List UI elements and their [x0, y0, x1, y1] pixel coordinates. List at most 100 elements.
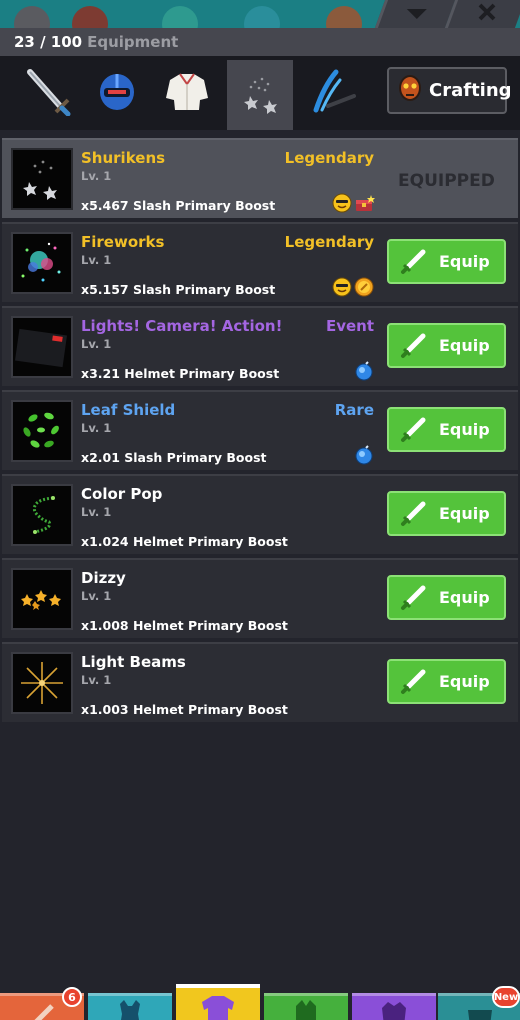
- equip-button[interactable]: Equip: [387, 575, 506, 620]
- badge-group: [332, 277, 374, 297]
- rarity-label: Legendary: [284, 233, 374, 251]
- nav-equipment[interactable]: [176, 984, 260, 1020]
- item-level: Lv. 1: [81, 673, 112, 687]
- nav-characters[interactable]: [352, 993, 436, 1020]
- item-level: Lv. 1: [81, 505, 112, 519]
- color-pop-thumbnail: [11, 484, 73, 546]
- clapperboard-thumbnail: [11, 316, 73, 378]
- rarity-label: Legendary: [284, 149, 374, 167]
- rarity-label: Event: [325, 317, 374, 335]
- badge-group: [354, 361, 374, 381]
- sword-icon: [22, 66, 72, 120]
- equip-label: Equip: [439, 420, 490, 439]
- new-badge: New: [492, 986, 520, 1008]
- top-strip: [0, 0, 520, 28]
- rarity-label: Rare: [334, 401, 374, 419]
- equip-button[interactable]: Equip: [387, 491, 506, 536]
- list-item[interactable]: Color Pop Lv. 1 x1.024 Helmet Primary Bo…: [2, 474, 518, 554]
- shuriken-icon: [235, 70, 285, 120]
- close-button[interactable]: [444, 0, 520, 28]
- item-level: Lv. 1: [81, 253, 112, 267]
- slash-effect-icon: [306, 66, 360, 120]
- inventory-label: Equipment: [87, 33, 179, 51]
- badge-group: [354, 445, 374, 465]
- tab-slash-effect[interactable]: [300, 60, 366, 126]
- tab-shirt[interactable]: [154, 60, 220, 126]
- item-boost: x1.008 Helmet Primary Boost: [81, 618, 288, 633]
- collapse-button[interactable]: [374, 0, 456, 28]
- item-boost: x1.024 Helmet Primary Boost: [81, 534, 288, 549]
- notification-badge: 6: [62, 987, 82, 1007]
- item-level: Lv. 1: [81, 421, 112, 435]
- close-icon: [478, 3, 496, 25]
- inventory-count: 23 / 100: [14, 33, 83, 51]
- avatar-icon[interactable]: [326, 6, 362, 28]
- list-item[interactable]: Light Beams Lv. 1 x1.003 Helmet Primary …: [2, 642, 518, 722]
- equip-button[interactable]: Equip: [387, 659, 506, 704]
- shirt-icon: [162, 68, 212, 118]
- nav-pets[interactable]: [88, 993, 172, 1020]
- sword-icon: [399, 584, 427, 612]
- equip-button[interactable]: Equip: [387, 239, 506, 284]
- pet-silhouette-icon: [110, 996, 150, 1020]
- list-item[interactable]: Lights! Camera! Action! Lv. 1 x3.21 Helm…: [2, 306, 518, 386]
- list-item[interactable]: Shurikens Lv. 1 x5.467 Slash Primary Boo…: [2, 138, 518, 218]
- nav-creatures[interactable]: [264, 993, 348, 1020]
- equip-label: Equip: [439, 336, 490, 355]
- bottom-nav: 6 New: [0, 984, 520, 1020]
- sword-icon: [399, 248, 427, 276]
- compass-icon[interactable]: [244, 6, 280, 28]
- crafting-label: Crafting: [429, 80, 512, 101]
- item-boost: x5.157 Slash Primary Boost: [81, 282, 276, 297]
- equip-label: Equip: [439, 588, 490, 607]
- emoji-face-icon: [332, 277, 352, 297]
- equip-label: Equip: [439, 252, 490, 271]
- treasure-chest-icon: [354, 193, 375, 213]
- sword-icon: [399, 668, 427, 696]
- character-icon: [374, 996, 414, 1020]
- creature-icon: [286, 996, 326, 1020]
- horned-helmet-icon[interactable]: [72, 6, 108, 28]
- item-name: Dizzy: [81, 569, 126, 587]
- tab-sword[interactable]: [14, 60, 80, 126]
- equipment-list: Shurikens Lv. 1 x5.467 Slash Primary Boo…: [2, 138, 518, 726]
- helmet-icon: [94, 68, 140, 118]
- item-level: Lv. 1: [81, 589, 112, 603]
- sword-icon: [22, 996, 62, 1020]
- list-item[interactable]: Leaf Shield Lv. 1 x2.01 Slash Primary Bo…: [2, 390, 518, 470]
- fireworks-thumbnail: [11, 232, 73, 294]
- item-level: Lv. 1: [81, 337, 112, 351]
- tab-helmet[interactable]: [84, 60, 150, 126]
- tab-shurikens[interactable]: [227, 60, 293, 130]
- crafting-button[interactable]: Crafting: [387, 67, 512, 114]
- emoji-face-icon: [332, 193, 352, 213]
- item-boost: x3.21 Helmet Primary Boost: [81, 366, 280, 381]
- item-boost: x2.01 Slash Primary Boost: [81, 450, 267, 465]
- dizzy-thumbnail: [11, 568, 73, 630]
- equip-button[interactable]: Equip: [387, 407, 506, 452]
- item-name: Light Beams: [81, 653, 186, 671]
- equip-label: Equip: [439, 504, 490, 523]
- item-name: Lights! Camera! Action!: [81, 317, 283, 335]
- sword-icon: [399, 332, 427, 360]
- list-item[interactable]: Fireworks Lv. 1 x5.157 Slash Primary Boo…: [2, 222, 518, 302]
- blue-orb-icon: [354, 361, 374, 381]
- sword-icon: [399, 500, 427, 528]
- blue-orb-icon: [354, 445, 374, 465]
- light-beams-thumbnail: [11, 652, 73, 714]
- round-icon[interactable]: [162, 6, 198, 28]
- sword-icon: [399, 416, 427, 444]
- chevron-down-icon: [406, 5, 428, 24]
- item-name: Color Pop: [81, 485, 163, 503]
- list-item[interactable]: Dizzy Lv. 1 x1.008 Helmet Primary Boost …: [2, 558, 518, 638]
- equip-button[interactable]: Equip: [387, 323, 506, 368]
- skull-icon: [397, 73, 423, 109]
- item-name: Fireworks: [81, 233, 165, 251]
- inventory-header: 23 / 100 Equipment: [0, 28, 520, 56]
- item-name: Shurikens: [81, 149, 166, 167]
- gear-icon[interactable]: [14, 6, 50, 28]
- gold-coin-icon: [354, 277, 374, 297]
- shurikens-thumbnail: [11, 148, 73, 210]
- item-name: Leaf Shield: [81, 401, 176, 419]
- item-boost: x1.003 Helmet Primary Boost: [81, 702, 288, 717]
